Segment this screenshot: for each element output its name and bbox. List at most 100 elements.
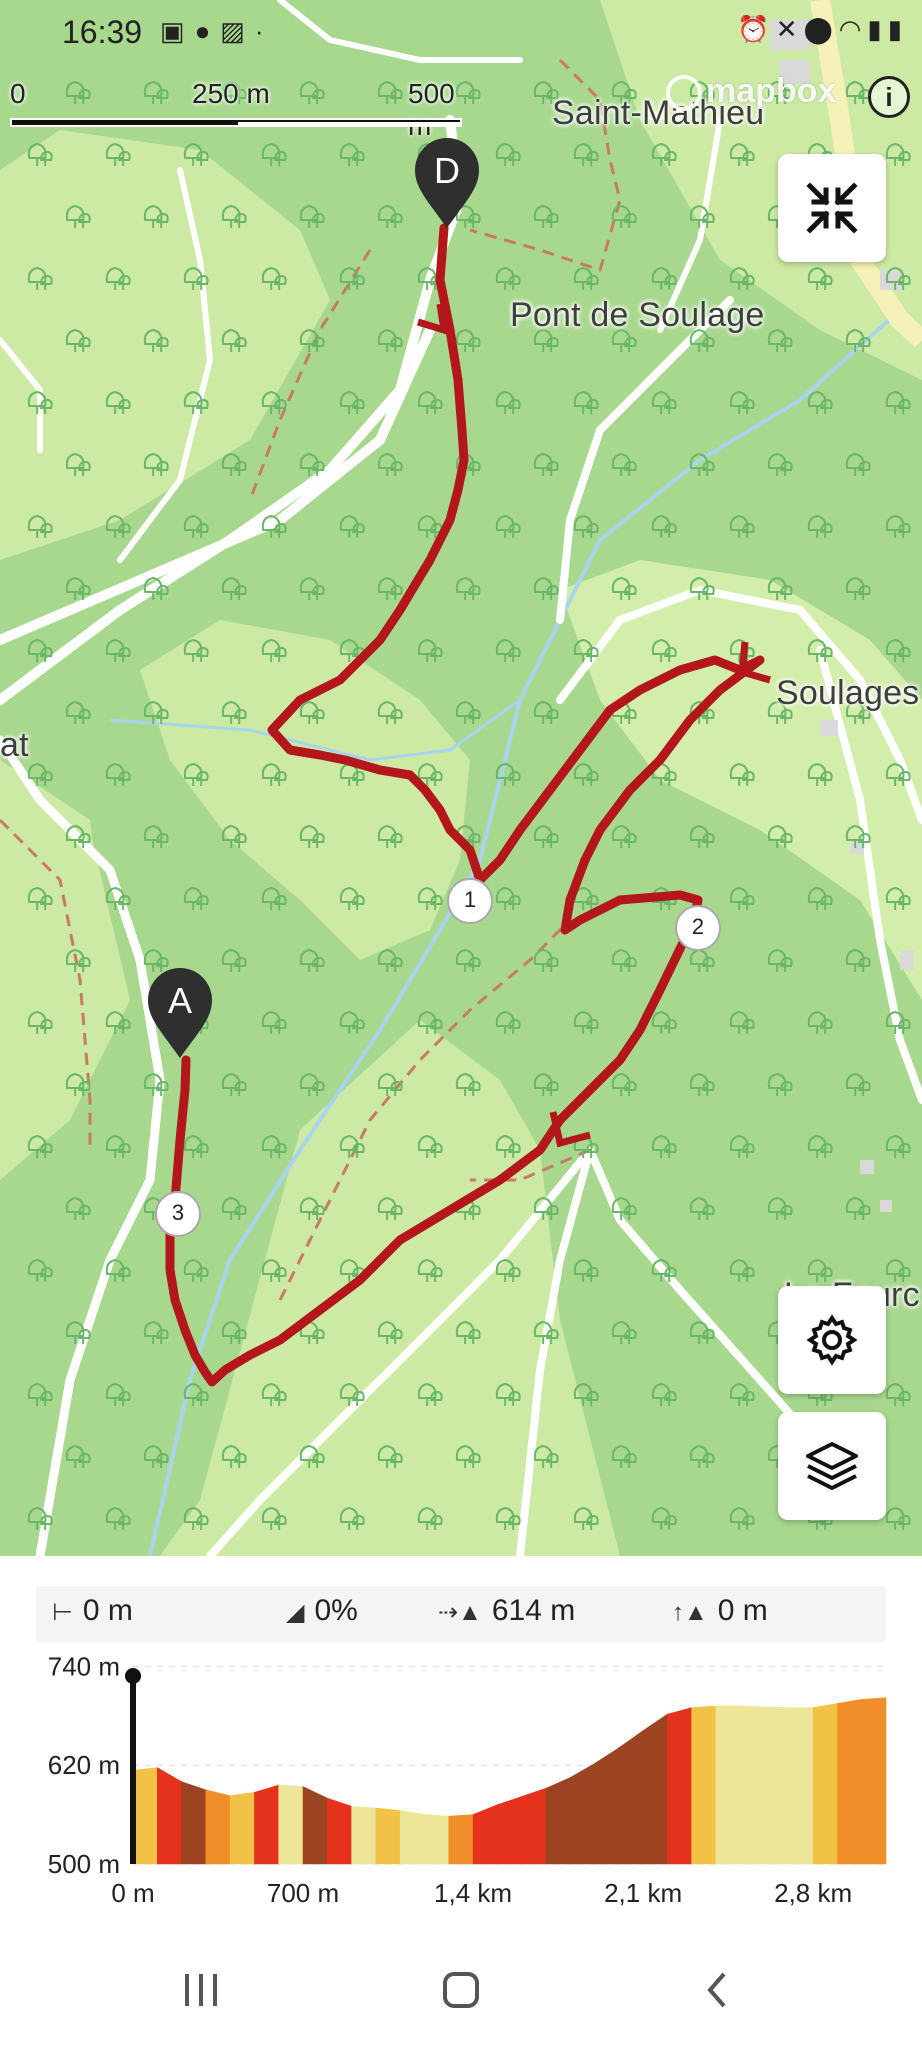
status-icons-right: ⏰✕⬤◠▮▮ <box>737 14 908 45</box>
x-tick-label: 2,1 km <box>604 1878 682 1908</box>
altitude-icon: ⇢▲ <box>438 1599 482 1626</box>
stat-slope-value: 0% <box>314 1594 358 1627</box>
end-marker-label: D <box>434 150 460 191</box>
elevation-chart[interactable]: 740 m 620 m 500 m 0 m 700 m 1,4 km 2,1 km 2,8 … <box>0 1640 922 1910</box>
elevation-segment <box>375 1807 401 1865</box>
elevation-segment <box>642 1713 668 1865</box>
elevation-segment <box>739 1705 765 1865</box>
stats-bar: ⊢ 0 m ◢ 0% ⇢▲ 614 m ↑▲ 0 m <box>36 1586 886 1642</box>
cursor-handle[interactable] <box>125 1668 141 1684</box>
y-tick-label: 740 m <box>48 1651 120 1681</box>
mute-icon: ✕ <box>775 14 804 44</box>
map-scale-bar: 0 250 m 500 m <box>10 78 470 141</box>
system-nav-bar <box>0 1940 922 2048</box>
distance-icon: ⊢ <box>52 1599 73 1626</box>
stat-altitude-value: 614 m <box>491 1594 576 1627</box>
place-label-pont-de-soulage: Pont de Soulage <box>510 296 765 334</box>
elevation-segment <box>302 1786 328 1865</box>
elevation-segment <box>254 1784 280 1865</box>
place-label-soulages: Soulages <box>776 674 920 712</box>
scale-label-mid: 250 m <box>192 78 270 109</box>
elevation-segment <box>424 1814 450 1865</box>
slope-icon: ◢ <box>286 1599 305 1626</box>
elevation-segment <box>764 1706 790 1865</box>
dot-icon: · <box>254 16 274 46</box>
elevation-segment <box>691 1705 717 1865</box>
wifi-icon: ◠ <box>838 14 868 44</box>
start-marker-label: A <box>167 980 192 1021</box>
home-button[interactable] <box>416 1960 506 2020</box>
mapbox-logo-text: mapbox <box>706 72 837 110</box>
location-icon: ⬤ <box>803 14 839 44</box>
elevation-segment <box>229 1792 255 1865</box>
elevation-segment <box>472 1804 498 1865</box>
scale-label-end: 500 m <box>408 78 455 141</box>
scale-label-start: 0 <box>10 78 26 109</box>
chart-area <box>132 1697 887 1865</box>
x-tick-label: 1,4 km <box>434 1878 512 1908</box>
y-tick-label: 500 m <box>48 1849 120 1879</box>
elevation-segment <box>132 1767 158 1865</box>
chart-x-axis: 0 m 700 m 1,4 km 2,1 km 2,8 km <box>111 1878 852 1908</box>
waypoint-3-label: 3 <box>171 1200 185 1225</box>
image-icon: ▨ <box>220 16 255 46</box>
elevation-segment <box>497 1796 522 1865</box>
status-icons-left: ▣●▨· <box>160 16 274 47</box>
elevation-segment <box>594 1747 620 1865</box>
recents-button[interactable] <box>156 1960 246 2020</box>
chart-y-axis: 740 m 620 m 500 m <box>48 1651 120 1879</box>
recents-icon <box>185 1974 217 2006</box>
elevation-segment <box>327 1797 352 1865</box>
map-settings-button[interactable] <box>778 1286 886 1394</box>
mapbox-logo-icon <box>666 75 702 112</box>
elevation-segment <box>156 1767 182 1865</box>
x-tick-label: 0 m <box>111 1878 154 1908</box>
elevation-segment <box>788 1707 814 1865</box>
stat-distance: ⊢ 0 m <box>52 1594 133 1628</box>
elevation-segment <box>667 1707 692 1865</box>
status-time: 16:39 <box>62 14 143 50</box>
signal-icon: ▮ <box>867 14 888 44</box>
elevation-segment <box>618 1730 644 1865</box>
app-icon: ● <box>194 16 221 46</box>
elevation-segment <box>351 1806 377 1865</box>
mapbox-logo[interactable]: mapbox <box>666 72 837 112</box>
sim-icon: ▣ <box>160 16 195 46</box>
status-bar: 16:39 ▣●▨· ⏰✕⬤◠▮▮ <box>0 0 922 66</box>
elevation-segment <box>569 1763 595 1865</box>
gear-icon <box>806 1314 858 1366</box>
collapse-map-button[interactable] <box>778 154 886 262</box>
attribution-info-button[interactable]: i <box>868 76 910 118</box>
info-icon: i <box>885 82 893 112</box>
elevation-segment <box>181 1781 207 1865</box>
stat-slope: ◢ 0% <box>286 1594 358 1628</box>
elevation-segment <box>812 1703 838 1865</box>
stat-ascent: ↑▲ 0 m <box>672 1594 768 1628</box>
layers-icon <box>806 1442 858 1490</box>
back-button[interactable] <box>672 1960 762 2020</box>
elevation-segment <box>545 1777 571 1865</box>
map-view[interactable]: A D 1 2 3 Saint-Mathieu Pont de Soulage … <box>0 0 922 1556</box>
elevation-segment <box>715 1705 741 1865</box>
stat-altitude: ⇢▲ 614 m <box>438 1594 575 1628</box>
stat-distance-value: 0 m <box>82 1594 133 1627</box>
elevation-segment <box>205 1789 231 1865</box>
waypoint-1-label: 1 <box>463 887 477 912</box>
elevation-segment <box>521 1787 547 1865</box>
elevation-segment <box>278 1784 304 1865</box>
collapse-icon <box>806 182 858 234</box>
x-tick-label: 2,8 km <box>774 1878 852 1908</box>
map-layers-button[interactable] <box>778 1412 886 1520</box>
scale-bar-segment <box>238 122 460 125</box>
elevation-segment <box>837 1699 863 1865</box>
stat-ascent-value: 0 m <box>717 1594 768 1627</box>
elevation-segment <box>861 1697 887 1865</box>
alarm-icon: ⏰ <box>737 14 776 44</box>
elevation-segment <box>448 1814 474 1865</box>
ascent-icon: ↑▲ <box>672 1599 708 1626</box>
place-label-partial-left: at <box>0 726 29 764</box>
elevation-segment <box>399 1810 425 1865</box>
back-icon <box>707 1972 726 2008</box>
home-icon <box>443 1972 479 2008</box>
x-tick-label: 700 m <box>267 1878 339 1908</box>
